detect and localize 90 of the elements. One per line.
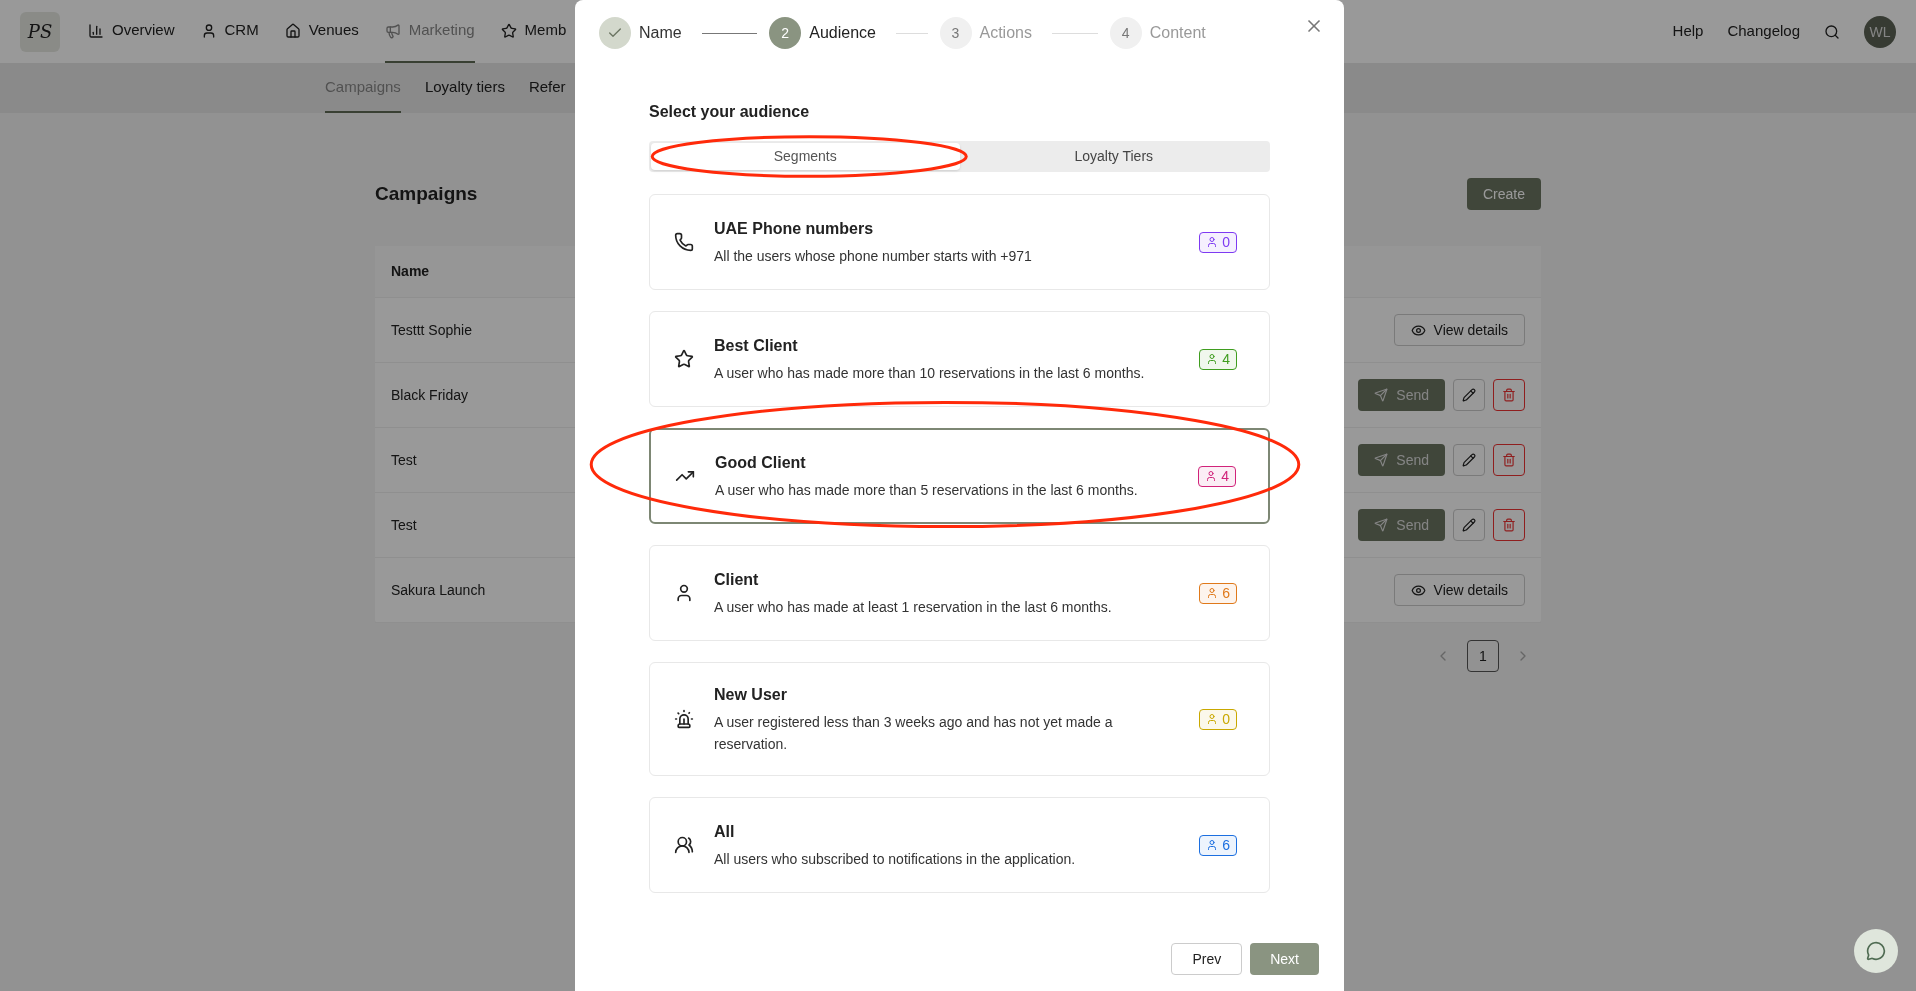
send-icon xyxy=(1374,518,1389,532)
segment-description: All users who subscribed to notifications in the application. xyxy=(714,850,1077,869)
delete-button[interactable] xyxy=(1493,379,1525,411)
chat-icon xyxy=(1866,941,1886,961)
segment-card[interactable]: Good Client A user who has made more than 5 reservations in the last 6 months. 4 xyxy=(649,428,1270,524)
prev-button[interactable]: Prev xyxy=(1171,943,1243,975)
table-cell-text: Sakura Launch xyxy=(391,580,486,600)
person-icon xyxy=(1206,839,1219,851)
segment-description: A user who has made more than 10 reservations in the last 6 months. xyxy=(714,364,1146,383)
trash-icon xyxy=(1502,453,1516,467)
segment-description: A user who has made more than 5 reservations in the last 6 months. xyxy=(715,481,1139,500)
sub-nav-tab[interactable]: Loyalty tiers xyxy=(424,63,505,113)
step-indicator: 3 xyxy=(939,17,972,49)
view-details-button[interactable]: View details xyxy=(1393,314,1525,346)
member-count-badge: 0 xyxy=(1199,708,1237,730)
search-icon[interactable] xyxy=(1824,23,1840,40)
nav-icon xyxy=(88,22,104,39)
segment-card[interactable]: Client A user who has made at least 1 reservation in the last 6 months. 6 xyxy=(649,545,1270,641)
segment-description: All the users whose phone number starts with +971 xyxy=(714,247,1033,266)
table-cell-text: Test xyxy=(391,515,417,535)
segment-title: Good Client xyxy=(715,453,807,473)
segment-card[interactable]: UAE Phone numbers All the users whose phone number starts with +971 0 xyxy=(649,194,1270,290)
person-icon xyxy=(1206,713,1219,725)
segment-icon xyxy=(674,583,694,603)
chat-button[interactable] xyxy=(1854,929,1898,973)
segment-title: Client xyxy=(714,570,760,590)
step-label: Content xyxy=(1149,23,1206,43)
member-count-badge: 4 xyxy=(1199,348,1237,370)
table-cell-text: Test xyxy=(391,450,417,470)
member-count-badge: 6 xyxy=(1199,582,1237,604)
sub-nav-tab[interactable]: Refer xyxy=(528,63,566,113)
edit-button[interactable] xyxy=(1453,509,1485,541)
section-heading: Select your audience xyxy=(649,102,811,122)
nav-icon xyxy=(284,22,301,39)
audience-tab[interactable]: Loyalty Tiers xyxy=(959,143,1268,170)
nav-link[interactable]: Help xyxy=(1672,20,1704,43)
member-count-badge: 0 xyxy=(1199,231,1237,253)
nav-item[interactable]: Memb xyxy=(500,0,567,63)
trash-icon xyxy=(1502,518,1516,532)
segment-card[interactable]: All All users who subscribed to notifications in the application. 6 xyxy=(649,797,1270,893)
segment-description: A user registered less than 3 weeks ago and has not yet made a reservation. xyxy=(714,713,1114,754)
page-button[interactable]: 1 xyxy=(1467,640,1499,672)
logo[interactable]: PS xyxy=(20,11,60,52)
send-icon xyxy=(1374,453,1389,467)
pencil-icon xyxy=(1462,453,1476,467)
segment-icon xyxy=(674,709,694,729)
segment-title: New User xyxy=(714,685,788,705)
segment-title: UAE Phone numbers xyxy=(714,219,875,239)
member-count-badge: 4 xyxy=(1198,465,1236,487)
segment-title: All xyxy=(714,822,736,842)
nav-item[interactable]: CRM xyxy=(200,0,259,63)
view-details-button[interactable]: View details xyxy=(1393,574,1525,606)
segment-icon xyxy=(674,232,694,252)
person-icon xyxy=(1206,353,1219,365)
edit-button[interactable] xyxy=(1453,444,1485,476)
audience-tab[interactable]: Segments xyxy=(651,143,960,170)
eye-icon xyxy=(1410,582,1426,598)
step-label: Audience xyxy=(809,23,876,43)
nav-link[interactable]: Changelog xyxy=(1727,20,1800,43)
nav-item[interactable]: Venues xyxy=(284,0,359,63)
send-icon xyxy=(1374,388,1389,402)
pencil-icon xyxy=(1462,518,1476,532)
pencil-icon xyxy=(1462,388,1476,402)
segment-title: Best Client xyxy=(714,336,799,356)
table-cell-text: Testtt Sophie xyxy=(391,320,472,340)
delete-button[interactable] xyxy=(1493,509,1525,541)
step-label: Name xyxy=(639,23,682,43)
nav-icon xyxy=(500,22,517,39)
segment-icon xyxy=(674,349,694,369)
segment-description: A user who has made at least 1 reservation in the last 6 months. xyxy=(714,598,1113,617)
member-count-badge: 6 xyxy=(1199,834,1237,856)
nav-icon xyxy=(384,22,401,39)
page-title: Campaigns xyxy=(375,181,478,206)
segment-icon xyxy=(674,835,694,855)
person-icon xyxy=(1205,470,1218,482)
step-indicator: 2 xyxy=(769,17,802,49)
nav-item[interactable]: Overview xyxy=(88,0,175,63)
step-label: Actions xyxy=(979,23,1032,43)
table-cell-text: Black Friday xyxy=(391,385,469,405)
person-icon xyxy=(1206,587,1219,599)
step-indicator: 4 xyxy=(1109,17,1142,49)
column-header: Name xyxy=(391,262,430,281)
segment-card[interactable]: New User A user registered less than 3 weeks ago and has not yet made a reservation. 0 xyxy=(649,662,1270,776)
eye-icon xyxy=(1410,322,1426,338)
edit-button[interactable] xyxy=(1453,379,1485,411)
trash-icon xyxy=(1502,388,1516,402)
person-icon xyxy=(1206,236,1219,248)
delete-button[interactable] xyxy=(1493,444,1525,476)
create-button[interactable]: Create xyxy=(1466,178,1541,210)
segment-card[interactable]: Best Client A user who has made more than 10 reservations in the last 6 months. 4 xyxy=(649,311,1270,407)
